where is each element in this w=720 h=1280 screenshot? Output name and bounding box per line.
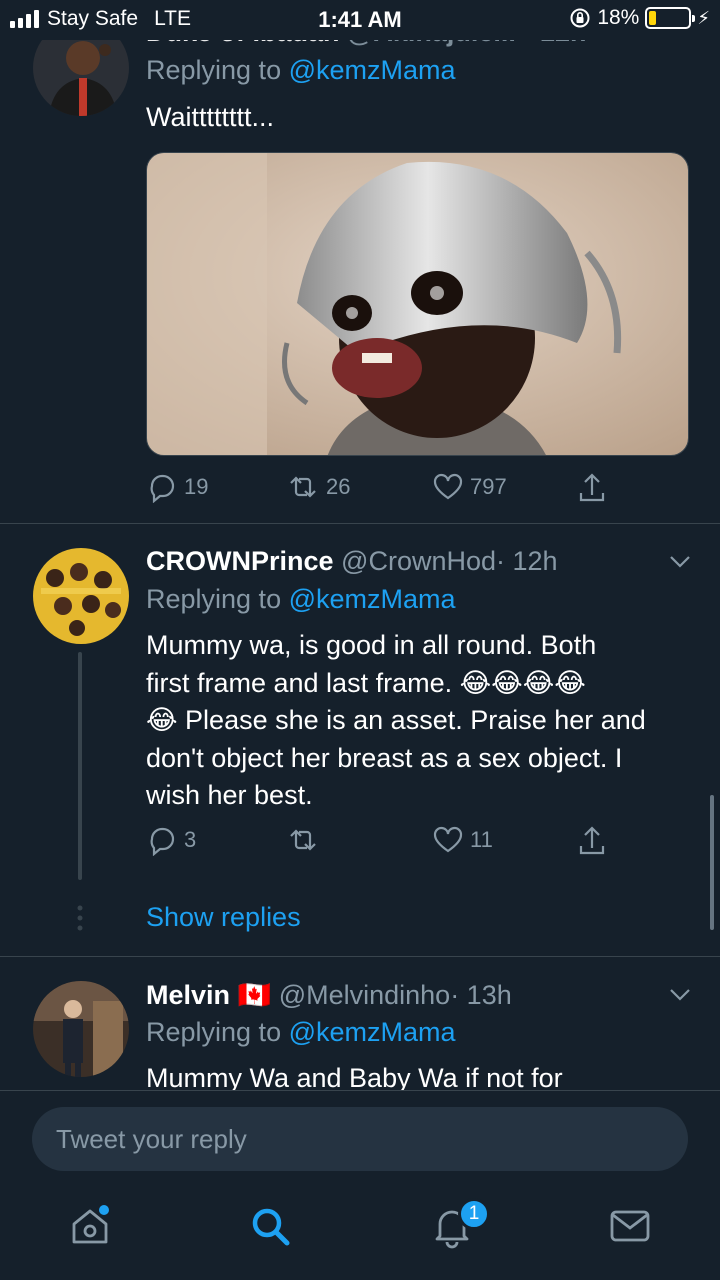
- battery-icon: [645, 7, 696, 29]
- tweet-text: Mummy wa, is good in all round. Both fir…: [146, 627, 686, 815]
- retweet-button[interactable]: 26: [286, 471, 350, 503]
- like-count: 797: [470, 474, 507, 499]
- reply-button[interactable]: 3: [146, 824, 196, 856]
- status-right: 18% ⚡: [569, 6, 710, 30]
- battery-fill: [649, 11, 657, 25]
- tweet-text-line: wish her best.: [146, 780, 313, 810]
- retweet-button[interactable]: [286, 824, 326, 856]
- tweet-author-handle[interactable]: @CrownHod: [341, 546, 496, 576]
- retweet-count: 26: [326, 474, 351, 499]
- retweet-icon: [290, 829, 316, 851]
- reply-mention-link[interactable]: @kemzMama: [289, 1017, 456, 1047]
- reply-icon: [150, 474, 175, 503]
- avatar[interactable]: [33, 548, 129, 644]
- share-icon: [579, 473, 605, 502]
- tweet-text-line: first frame and last frame. 😂😂😂😂: [146, 667, 586, 698]
- reply-count: 19: [184, 474, 209, 499]
- tweet[interactable]: Melvin 🇨🇦 @Melvindinho· 13h Replying to …: [0, 957, 720, 1090]
- tweet-text: Waitttttttt...: [146, 102, 275, 132]
- tweet[interactable]: CROWNPrince @CrownHod· 12h Replying to @…: [0, 524, 720, 956]
- like-button[interactable]: 797: [432, 471, 507, 503]
- heart-icon: [433, 473, 463, 500]
- tweet-text: Mummy Wa and Baby Wa if not for: [146, 1063, 563, 1090]
- tweet-text-line: Mummy wa, is good in all round. Both: [146, 630, 597, 660]
- replying-to: Replying to @kemzMama: [146, 584, 456, 614]
- reply-button[interactable]: 19: [146, 471, 208, 503]
- battery-percent: 18%: [597, 6, 640, 29]
- tweet-media[interactable]: [146, 152, 689, 456]
- notifications-tab[interactable]: 1: [428, 1198, 492, 1258]
- tweet-text-line: 😂 Please she is an asset. Praise her and: [146, 705, 646, 735]
- tweet[interactable]: Duke of Ibadan @Akinajule... · 12h Reply…: [0, 0, 720, 523]
- tweet-author-name[interactable]: CROWNPrince: [146, 546, 334, 576]
- replying-to: Replying to @kemzMama: [146, 1017, 456, 1047]
- reply-icon: [150, 827, 175, 856]
- show-replies-link[interactable]: Show replies: [146, 902, 301, 933]
- tweet-timestamp: · 13h: [450, 980, 512, 1010]
- reply-count: 3: [184, 827, 197, 852]
- tweet-author-handle[interactable]: @Melvindinho: [279, 980, 451, 1010]
- tweet-timestamp: · 12h: [496, 546, 558, 576]
- messages-icon[interactable]: [606, 1202, 654, 1250]
- flag-icon: 🇨🇦: [237, 980, 272, 1010]
- search-icon[interactable]: [246, 1202, 294, 1250]
- tweet-actions: 19 26 797: [146, 471, 626, 511]
- more-dots-icon: [77, 905, 83, 931]
- status-bar: Stay Safe LTE 1:41 AM 18% ⚡: [0, 0, 720, 40]
- like-button[interactable]: 11: [432, 824, 493, 856]
- chevron-down-icon[interactable]: [668, 982, 692, 1006]
- replying-to: Replying to @kemzMama: [146, 55, 456, 85]
- tweet-author-line[interactable]: CROWNPrince @CrownHod· 12h: [146, 546, 558, 577]
- charging-icon: ⚡: [697, 7, 710, 28]
- share-button[interactable]: [576, 824, 608, 858]
- share-icon: [579, 826, 605, 855]
- heart-icon: [433, 826, 463, 853]
- notification-badge: 1: [458, 1198, 490, 1230]
- chevron-down-icon[interactable]: [668, 549, 692, 573]
- tweet-author-line[interactable]: Melvin 🇨🇦 @Melvindinho· 13h: [146, 979, 512, 1011]
- share-button[interactable]: [576, 471, 608, 505]
- tab-bar: 1: [0, 1190, 720, 1280]
- tweet-author-name[interactable]: Melvin: [146, 980, 230, 1010]
- like-count: 11: [470, 827, 493, 852]
- reply-bar: Tweet your reply: [0, 1090, 720, 1190]
- home-icon[interactable]: [66, 1202, 114, 1250]
- reply-mention-link[interactable]: @kemzMama: [289, 55, 456, 85]
- scroll-indicator[interactable]: [710, 795, 714, 930]
- reply-mention-link[interactable]: @kemzMama: [289, 584, 456, 614]
- tweet-actions: 3 11: [146, 824, 626, 864]
- tweet-text-line: don't object her breast as a sex object.…: [146, 742, 623, 773]
- reply-input[interactable]: Tweet your reply: [32, 1107, 688, 1171]
- retweet-icon: [290, 476, 316, 498]
- avatar[interactable]: [33, 981, 129, 1077]
- orientation-lock-icon: [570, 8, 590, 28]
- thread-line: [78, 652, 82, 880]
